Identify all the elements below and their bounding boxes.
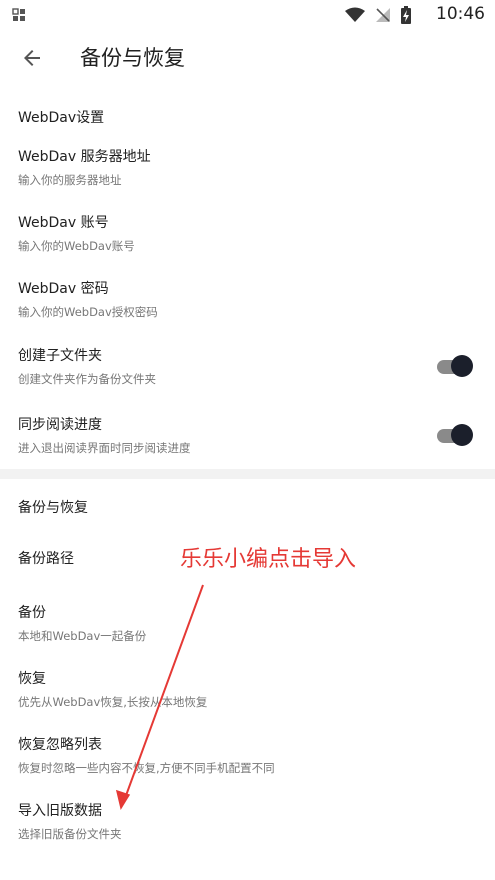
create-subfolder-switch[interactable] (437, 355, 473, 379)
pref-webdav-password[interactable]: WebDav 密码 输入你的WebDav授权密码 (0, 278, 495, 328)
pref-title: 备份路径 (18, 551, 74, 567)
section-header-backup: 备份与恢复 (18, 500, 88, 516)
pref-title: WebDav 服务器地址 (18, 149, 151, 165)
pref-summary: 输入你的WebDav授权密码 (18, 305, 158, 319)
pref-title: WebDav 账号 (18, 215, 109, 231)
pref-title: 创建子文件夹 (18, 348, 102, 364)
section-divider (0, 469, 495, 479)
pref-webdav-server[interactable]: WebDav 服务器地址 输入你的服务器地址 (0, 146, 495, 196)
pref-title: 备份 (18, 605, 46, 621)
switch-knob (451, 355, 473, 377)
status-time: 10:46 (436, 4, 485, 24)
section-header-webdav: WebDav设置 (18, 110, 105, 126)
status-bar: 10:46 (0, 0, 495, 28)
pref-restore-ignore[interactable]: 恢复忽略列表 恢复时忽略一些内容不恢复,方便不同手机配置不同 (0, 734, 495, 784)
pref-title: 恢复 (18, 671, 46, 687)
pref-title: 恢复忽略列表 (18, 737, 102, 753)
pref-title: 同步阅读进度 (18, 417, 102, 433)
pref-title: 导入旧版数据 (18, 803, 102, 819)
pref-backup[interactable]: 备份 本地和WebDav一起备份 (0, 602, 495, 652)
page-title: 备份与恢复 (80, 46, 185, 70)
pref-title: WebDav 密码 (18, 281, 109, 297)
pref-summary: 进入退出阅读界面时同步阅读进度 (18, 441, 191, 455)
wifi-icon (345, 7, 365, 22)
sync-progress-switch[interactable] (437, 424, 473, 448)
pref-summary: 恢复时忽略一些内容不恢复,方便不同手机配置不同 (18, 761, 275, 775)
annotation-text: 乐乐小编点击导入 (180, 547, 357, 572)
pref-summary: 优先从WebDav恢复,长按从本地恢复 (18, 695, 208, 709)
app-toolbar: 备份与恢复 (0, 28, 495, 88)
no-signal-icon (376, 8, 390, 22)
notification-grid-icon (12, 8, 25, 21)
pref-summary: 输入你的服务器地址 (18, 173, 122, 187)
pref-sync-progress[interactable]: 同步阅读进度 进入退出阅读界面时同步阅读进度 (0, 414, 495, 464)
pref-summary: 选择旧版备份文件夹 (18, 827, 122, 841)
pref-restore[interactable]: 恢复 优先从WebDav恢复,长按从本地恢复 (0, 668, 495, 718)
battery-charging-icon (401, 6, 411, 24)
pref-import-old-data[interactable]: 导入旧版数据 选择旧版备份文件夹 (0, 800, 495, 850)
pref-webdav-account[interactable]: WebDav 账号 输入你的WebDav账号 (0, 212, 495, 262)
switch-knob (451, 424, 473, 446)
pref-summary: 输入你的WebDav账号 (18, 239, 135, 253)
pref-summary: 创建文件夹作为备份文件夹 (18, 372, 156, 386)
pref-create-subfolder[interactable]: 创建子文件夹 创建文件夹作为备份文件夹 (0, 345, 495, 395)
pref-summary: 本地和WebDav一起备份 (18, 629, 147, 643)
back-arrow-icon[interactable] (20, 46, 44, 70)
